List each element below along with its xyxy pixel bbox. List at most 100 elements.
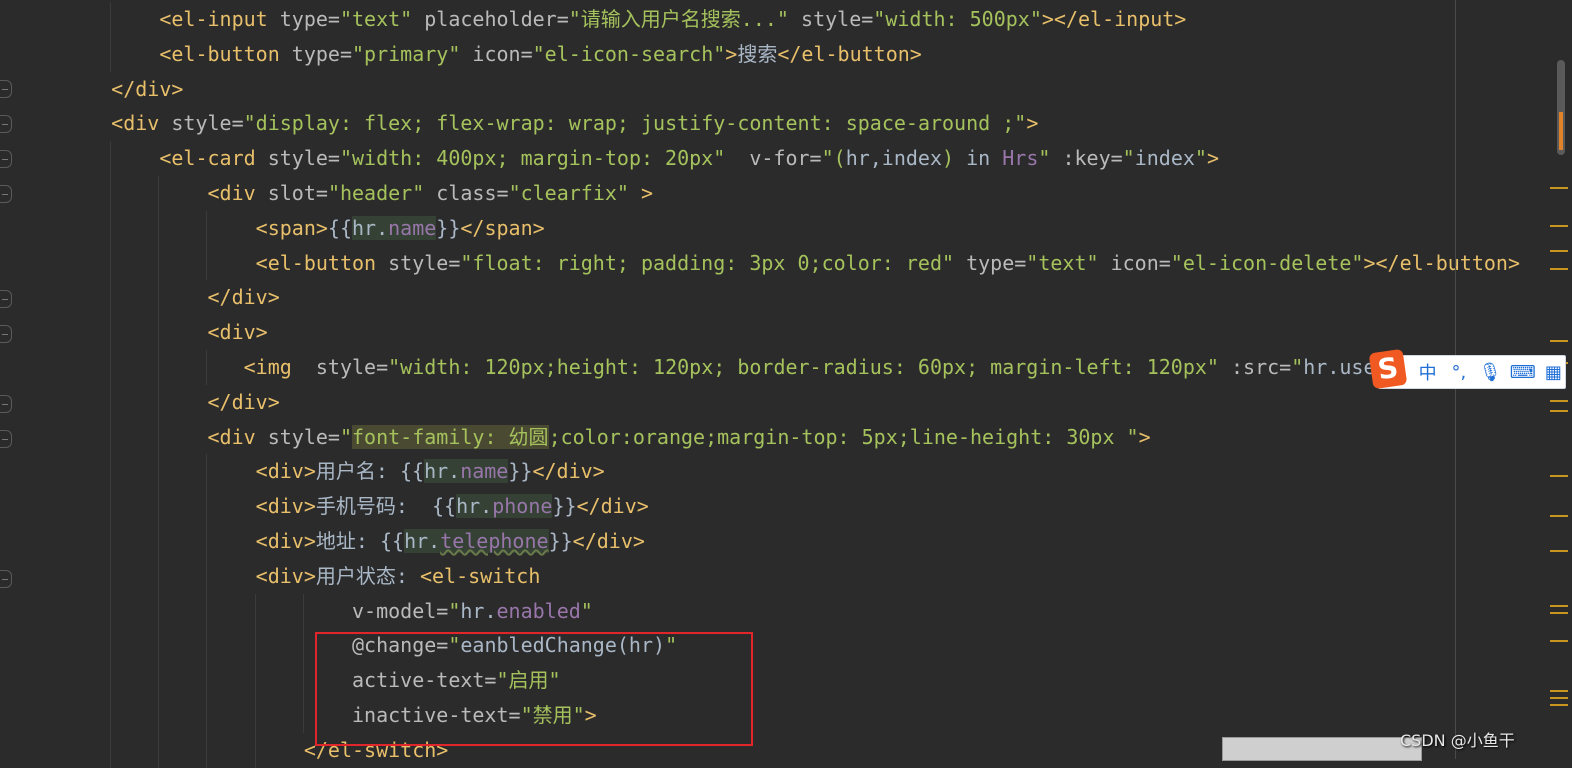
- code-token: "el-icon-search": [532, 41, 726, 66]
- code-token: }}: [436, 215, 461, 240]
- code-token: </div>: [532, 459, 605, 484]
- indent-guide: [158, 558, 160, 594]
- indent-guide: [206, 697, 208, 733]
- warning-marker[interactable]: [1550, 697, 1568, 699]
- code-line[interactable]: <el-button style="float: right; padding:…: [63, 245, 1520, 281]
- code-token: "display: flex; flex-wrap: wrap; justify…: [243, 111, 1027, 136]
- code-line[interactable]: <span>{{hr.name}}</span>: [63, 210, 1520, 246]
- indent-guide: [158, 489, 160, 524]
- code-line[interactable]: <div>地址: {{hr.telephone}}</div>: [63, 523, 1520, 559]
- code-line[interactable]: <el-input type="text" placeholder="请输入用户…: [63, 2, 1520, 37]
- fold-toggle-icon[interactable]: [0, 150, 12, 168]
- code-line[interactable]: inactive-text="禁用">: [63, 697, 1520, 733]
- indent-guide: [110, 175, 112, 211]
- indent-guide: [206, 210, 208, 246]
- fold-toggle-icon[interactable]: [0, 290, 12, 308]
- code-token: ": [339, 424, 353, 449]
- indent-guide: [110, 36, 112, 72]
- code-token: icon=: [460, 41, 533, 66]
- system-tray-popup: [1222, 737, 1422, 761]
- warning-marker[interactable]: [1550, 250, 1568, 252]
- microphone-icon[interactable]: 🎙: [1479, 362, 1502, 383]
- indent-guide: [110, 593, 112, 629]
- code-token: </el-button>: [777, 41, 922, 66]
- fold-toggle-icon[interactable]: [0, 325, 12, 343]
- code-line[interactable]: </div>: [63, 384, 1520, 420]
- warning-marker[interactable]: [1550, 400, 1568, 402]
- warning-marker[interactable]: [1550, 690, 1568, 692]
- code-token: </span>: [460, 215, 545, 240]
- warning-marker[interactable]: [1550, 612, 1568, 614]
- fold-toggle-icon[interactable]: [0, 430, 12, 448]
- code-line[interactable]: <el-card style="width: 400px; margin-top…: [63, 141, 1520, 176]
- code-token: "float: right; padding: 3px 0;color: red…: [460, 250, 955, 275]
- code-editor[interactable]: <el-input type="text" placeholder="请输入用户…: [63, 2, 1520, 768]
- code-line[interactable]: <img style="width: 120px;height: 120px; …: [63, 349, 1520, 385]
- code-line[interactable]: <div style="display: flex; flex-wrap: wr…: [63, 106, 1520, 141]
- ime-punctuation-toggle[interactable]: °,: [1447, 362, 1470, 383]
- warning-marker[interactable]: [1550, 187, 1568, 189]
- warning-marker[interactable]: [1550, 605, 1568, 607]
- code-line[interactable]: v-model="hr.enabled": [63, 593, 1520, 629]
- scroll-position-marker: [1559, 112, 1563, 150]
- code-line[interactable]: <div slot="header" class="clearfix" >: [63, 175, 1520, 211]
- warning-marker[interactable]: [1550, 225, 1568, 227]
- code-token: <el-card: [159, 146, 268, 171]
- keyboard-icon[interactable]: ⌨: [1510, 362, 1536, 383]
- code-token: <div>: [255, 528, 316, 553]
- code-token: type=: [279, 7, 340, 31]
- code-line[interactable]: <el-button type="primary" icon="el-icon-…: [63, 36, 1520, 72]
- code-line[interactable]: </div>: [63, 280, 1520, 316]
- code-line[interactable]: active-text="启用": [63, 663, 1520, 698]
- warning-marker[interactable]: [1550, 704, 1568, 706]
- fold-toggle-icon[interactable]: [0, 80, 12, 98]
- warning-marker[interactable]: [1550, 340, 1568, 342]
- code-token: >: [1206, 146, 1220, 171]
- code-line[interactable]: <div>手机号码: {{hr.phone}}</div>: [63, 489, 1520, 524]
- code-token: >: [1138, 424, 1151, 449]
- code-line[interactable]: <div style="font-family: 幼圆;color:orange…: [63, 419, 1520, 455]
- code-token: <div>: [255, 494, 316, 519]
- code-token: slot=: [267, 180, 328, 205]
- indent-guide: [254, 663, 256, 698]
- fold-toggle-icon[interactable]: [0, 395, 12, 413]
- code-line[interactable]: <div>用户状态: <el-switch: [63, 558, 1520, 594]
- warning-marker[interactable]: [1550, 410, 1568, 412]
- fold-toggle-icon[interactable]: [0, 570, 12, 588]
- code-line[interactable]: <div>用户名: {{hr.name}}</div>: [63, 454, 1520, 490]
- indent-guide: [206, 663, 208, 698]
- indent-guide: [206, 489, 208, 524]
- warning-marker[interactable]: [1550, 640, 1568, 642]
- warning-marker[interactable]: [1550, 268, 1568, 270]
- code-token: ": [1038, 146, 1051, 171]
- code-token: <div>: [255, 459, 316, 484]
- code-token: ></el-input>: [1041, 7, 1187, 31]
- code-token: "el-icon-delete": [1170, 250, 1364, 275]
- code-token: hr.: [404, 528, 441, 553]
- warning-marker[interactable]: [1550, 550, 1568, 552]
- code-token: ": [580, 598, 593, 623]
- code-line[interactable]: <div>: [63, 315, 1520, 350]
- fold-toggle-icon[interactable]: [0, 185, 12, 203]
- code-token: ": [1122, 146, 1135, 171]
- ime-language-toggle[interactable]: 中: [1416, 359, 1439, 385]
- indent-guide: [158, 175, 160, 211]
- code-token: }}: [508, 459, 533, 484]
- indent-guide: [110, 663, 112, 698]
- fold-toggle-icon[interactable]: [0, 115, 12, 133]
- warning-marker[interactable]: [1550, 475, 1568, 477]
- code-token: <span>: [255, 215, 328, 240]
- indent-guide: [206, 523, 208, 559]
- code-token: {{: [399, 459, 425, 484]
- warning-marker[interactable]: [1550, 515, 1568, 517]
- code-token: style=: [267, 424, 340, 449]
- code-token: "width: 400px; margin-top: 20px": [339, 146, 726, 171]
- apps-icon[interactable]: ▦: [1542, 362, 1565, 383]
- indent-guide: [158, 280, 160, 316]
- code-token: style=: [171, 111, 244, 136]
- code-line[interactable]: </div>: [63, 72, 1520, 107]
- code-token: Hrs: [1002, 146, 1039, 171]
- sogou-logo-icon[interactable]: S: [1368, 348, 1408, 390]
- code-line[interactable]: @change="eanbledChange(hr)": [63, 628, 1520, 664]
- indent-guide: [302, 697, 304, 733]
